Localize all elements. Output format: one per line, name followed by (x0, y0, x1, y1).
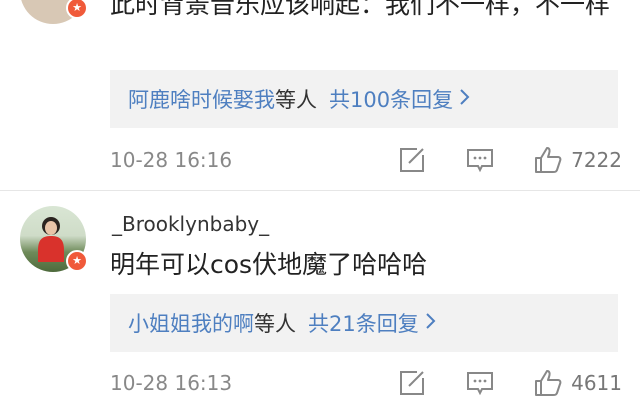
share-icon[interactable] (397, 145, 427, 175)
comment-meta: 10-28 16:16 7222 (110, 140, 622, 180)
comment-item: ★ 此时背景音乐应该响起：我们不一样，不一样 阿鹿啥时候娶我 等人 共100条回… (0, 0, 640, 200)
reply-suffix: 等人 (275, 88, 317, 112)
star-badge-icon: ★ (66, 0, 88, 19)
reply-names[interactable]: 阿鹿啥时候娶我 (128, 84, 275, 114)
reply-summary[interactable]: 阿鹿啥时候娶我 等人 共100条回复 (110, 70, 618, 128)
comment-icon[interactable] (465, 368, 495, 398)
comment-item: ★ _Brooklynbaby_ 明年可以cos伏地魔了哈哈哈 小姐姐我的啊 等… (0, 190, 640, 410)
comment-text: 明年可以cos伏地魔了哈哈哈 (110, 250, 428, 279)
comment-time: 10-28 16:16 (110, 148, 233, 172)
chevron-right-icon (459, 87, 471, 111)
comment-text: 此时背景音乐应该响起：我们不一样，不一样 (110, 0, 611, 19)
reply-summary[interactable]: 小姐姐我的啊 等人 共21条回复 (110, 294, 618, 352)
like-count: 7222 (571, 148, 622, 172)
reply-suffix: 等人 (254, 312, 296, 336)
reply-count[interactable]: 共21条回复 (308, 308, 419, 338)
reply-names[interactable]: 小姐姐我的啊 (128, 308, 254, 338)
username[interactable]: _Brooklynbaby_ (112, 212, 269, 236)
comment-time: 10-28 16:13 (110, 371, 233, 395)
chevron-right-icon (425, 311, 437, 335)
thumbs-up-icon[interactable] (533, 145, 563, 175)
reply-count[interactable]: 共100条回复 (329, 84, 453, 114)
comment-icon[interactable] (465, 145, 495, 175)
comment-meta: 10-28 16:13 4611 (110, 363, 622, 403)
star-badge-icon: ★ (66, 250, 88, 272)
share-icon[interactable] (397, 368, 427, 398)
like-count: 4611 (571, 371, 622, 395)
thumbs-up-icon[interactable] (533, 368, 563, 398)
